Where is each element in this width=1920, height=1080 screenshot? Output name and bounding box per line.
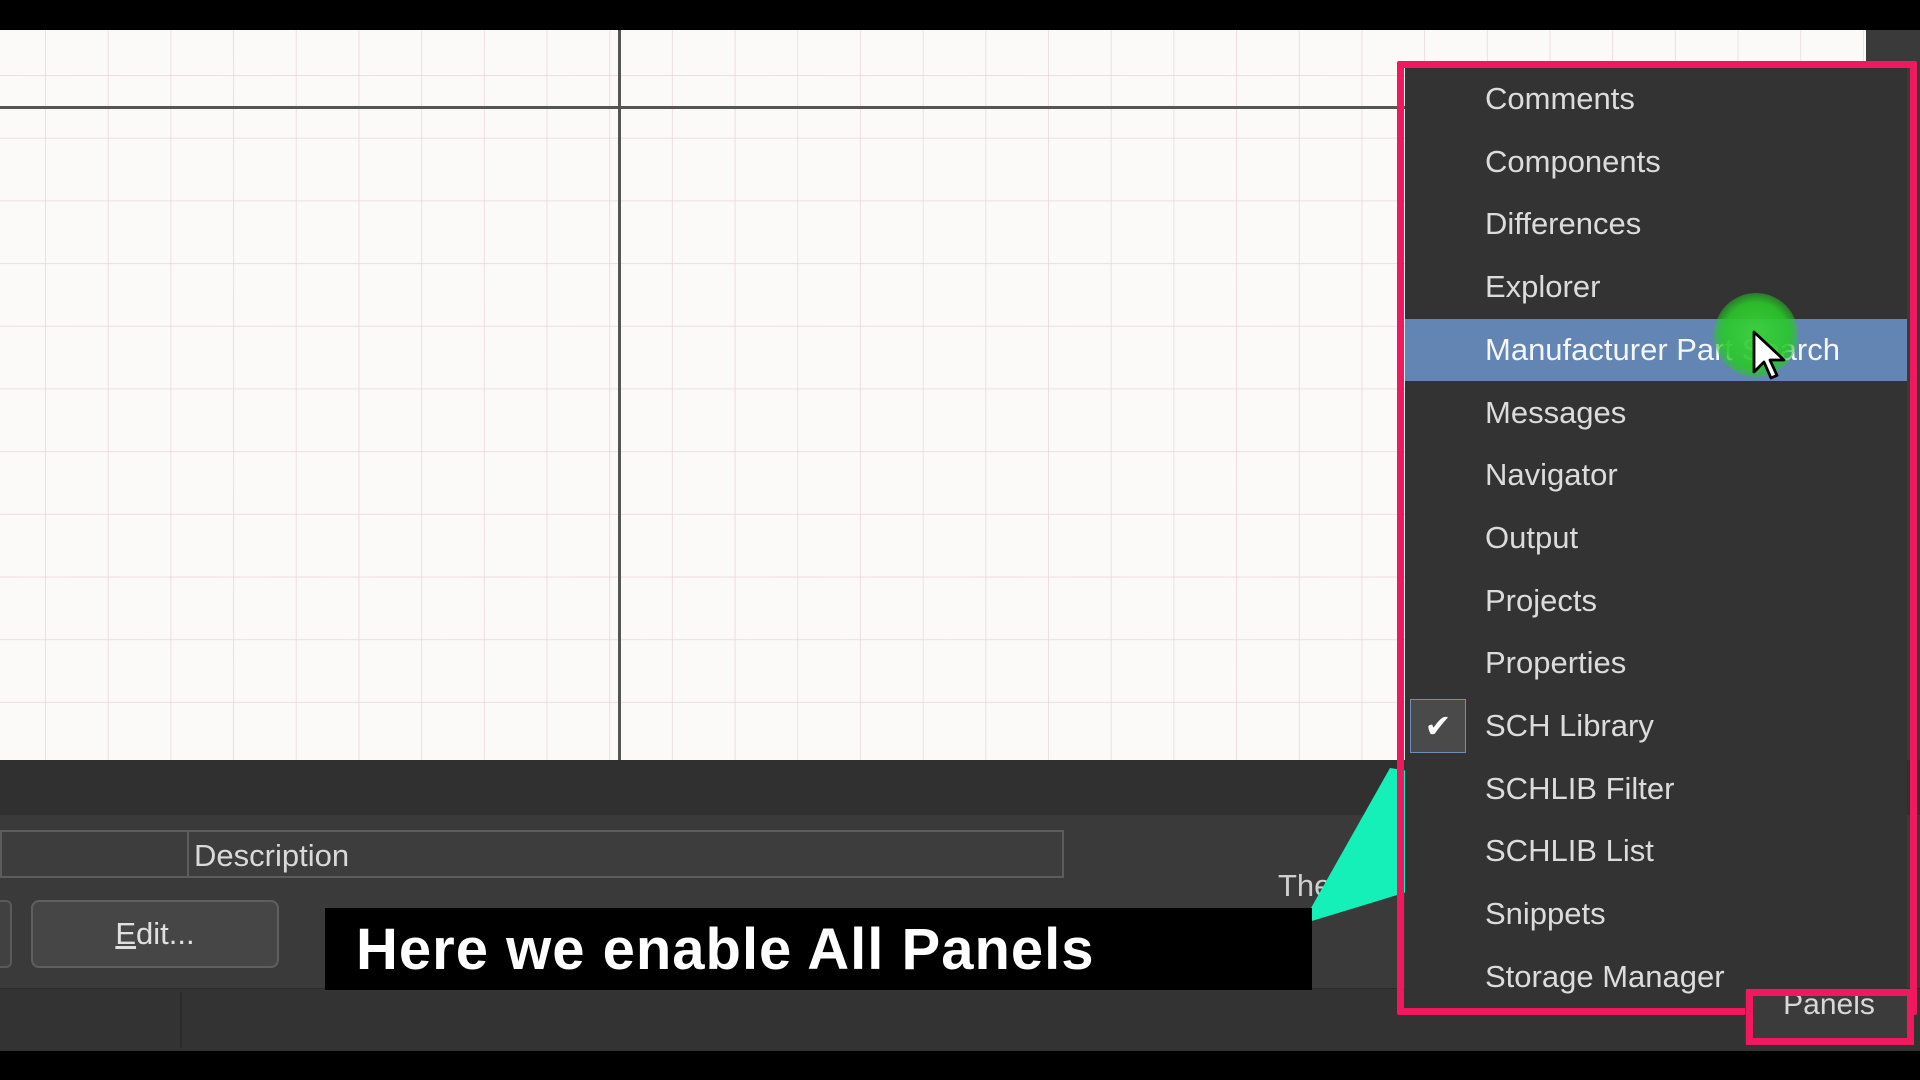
panels-button-highlight-frame — [1746, 989, 1914, 1045]
previous-button[interactable] — [0, 900, 12, 968]
menu-highlight-frame — [1397, 61, 1917, 1015]
edit-button-mnemonic: E — [115, 916, 137, 951]
edit-button[interactable]: Edit... — [31, 900, 279, 968]
mouse-cursor-icon — [1752, 330, 1786, 380]
canvas-origin-vertical-axis — [618, 30, 621, 760]
edit-button-label: dit... — [136, 916, 195, 951]
column-divider[interactable] — [187, 830, 189, 878]
description-column-header[interactable]: Description — [194, 838, 349, 874]
status-bar-divider — [180, 992, 182, 1048]
parameter-table-header — [0, 830, 1064, 878]
video-caption: Here we enable All Panels — [356, 917, 1095, 982]
